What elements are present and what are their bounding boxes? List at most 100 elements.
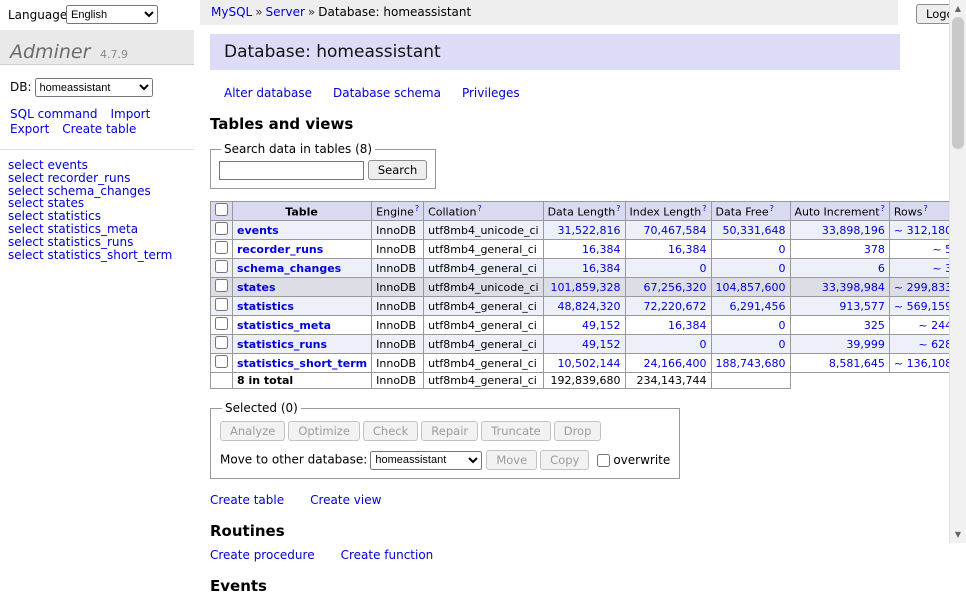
table-name-link[interactable]: schema_changes bbox=[237, 262, 341, 275]
breadcrumb-server-link[interactable]: Server bbox=[266, 5, 305, 19]
index-length-link[interactable]: 16,384 bbox=[668, 319, 707, 332]
index-length-link[interactable]: 72,220,672 bbox=[644, 300, 707, 313]
sidebar-table-link[interactable]: select statistics_runs bbox=[8, 236, 186, 249]
operation-button[interactable]: Repair bbox=[421, 421, 478, 441]
copy-button[interactable]: Copy bbox=[540, 450, 589, 470]
row-checkbox[interactable] bbox=[215, 260, 228, 273]
link[interactable]: Create table bbox=[62, 122, 136, 136]
link[interactable]: SQL command bbox=[10, 107, 97, 121]
data-free-link[interactable]: 50,331,648 bbox=[723, 224, 786, 237]
scroll-down-icon[interactable]: ▼ bbox=[950, 526, 966, 543]
move-button[interactable]: Move bbox=[486, 450, 537, 470]
data-free-link[interactable]: 0 bbox=[779, 319, 786, 332]
row-checkbox[interactable] bbox=[215, 279, 228, 292]
help-icon[interactable]: ? bbox=[770, 204, 774, 213]
help-icon[interactable]: ? bbox=[702, 204, 706, 213]
help-icon[interactable]: ? bbox=[881, 204, 885, 213]
sidebar-table-link[interactable]: select statistics_short_term bbox=[8, 249, 186, 262]
data-free-link[interactable]: 0 bbox=[779, 262, 786, 275]
scrollbar-thumb[interactable] bbox=[952, 17, 964, 149]
help-icon[interactable]: ? bbox=[415, 204, 419, 213]
data-length-link[interactable]: 48,824,320 bbox=[558, 300, 621, 313]
table-name-link[interactable]: statistics_runs bbox=[237, 338, 327, 351]
row-checkbox[interactable] bbox=[215, 336, 228, 349]
search-input[interactable] bbox=[219, 161, 364, 180]
scroll-up-icon[interactable]: ▲ bbox=[950, 0, 966, 17]
sidebar-table-link[interactable]: select statistics_meta bbox=[8, 223, 186, 236]
index-length-link[interactable]: 24,166,400 bbox=[644, 357, 707, 370]
index-length-link[interactable]: 0 bbox=[700, 338, 707, 351]
auto-increment-link[interactable]: 6 bbox=[878, 262, 885, 275]
search-button[interactable]: Search bbox=[368, 160, 428, 180]
select-all-checkbox[interactable] bbox=[215, 203, 228, 216]
data-free-link[interactable]: 104,857,600 bbox=[716, 281, 786, 294]
link[interactable]: Create view bbox=[310, 493, 381, 507]
table-name-link[interactable]: recorder_runs bbox=[237, 243, 323, 256]
engine-cell: InnoDB bbox=[372, 259, 424, 278]
operation-button[interactable]: Optimize bbox=[288, 421, 360, 441]
link[interactable]: Privileges bbox=[462, 86, 520, 100]
auto-increment-link[interactable]: 33,898,196 bbox=[822, 224, 885, 237]
operation-button[interactable]: Drop bbox=[554, 421, 602, 441]
row-checkbox[interactable] bbox=[215, 317, 228, 330]
data-length-link[interactable]: 31,522,816 bbox=[558, 224, 621, 237]
rows-link[interactable]: ~ 136,108 bbox=[894, 357, 952, 370]
row-checkbox[interactable] bbox=[215, 355, 228, 368]
rows-link[interactable]: ~ 569,159 bbox=[894, 300, 952, 313]
auto-increment-link[interactable]: 33,398,984 bbox=[822, 281, 885, 294]
scrollbar[interactable]: ▲ ▼ bbox=[949, 0, 966, 543]
adminer-logo[interactable]: Adminer bbox=[10, 41, 90, 63]
auto-increment-link[interactable]: 8,581,645 bbox=[829, 357, 885, 370]
rows-link[interactable]: ~ 244 bbox=[918, 319, 952, 332]
overwrite-checkbox[interactable] bbox=[597, 454, 610, 467]
data-free-link[interactable]: 0 bbox=[779, 338, 786, 351]
auto-increment-link[interactable]: 39,999 bbox=[846, 338, 885, 351]
row-checkbox[interactable] bbox=[215, 298, 228, 311]
auto-increment-link[interactable]: 325 bbox=[864, 319, 885, 332]
link[interactable]: Database schema bbox=[333, 86, 441, 100]
help-icon[interactable]: ? bbox=[477, 204, 481, 213]
help-icon[interactable]: ? bbox=[923, 204, 927, 213]
sidebar-table-link[interactable]: select events bbox=[8, 159, 186, 172]
db-select[interactable]: homeassistant bbox=[35, 78, 153, 97]
link[interactable]: Alter database bbox=[224, 86, 312, 100]
rows-link[interactable]: ~ 628 bbox=[918, 338, 952, 351]
auto-increment-link[interactable]: 913,577 bbox=[839, 300, 885, 313]
table-name-link[interactable]: statistics bbox=[237, 300, 294, 313]
data-length-link[interactable]: 16,384 bbox=[582, 243, 621, 256]
data-free-link[interactable]: 6,291,456 bbox=[730, 300, 786, 313]
auto-increment-link[interactable]: 378 bbox=[864, 243, 885, 256]
row-checkbox[interactable] bbox=[215, 241, 228, 254]
table-name-link[interactable]: events bbox=[237, 224, 279, 237]
table-name-link[interactable]: statistics_meta bbox=[237, 319, 331, 332]
index-length-link[interactable]: 70,467,584 bbox=[644, 224, 707, 237]
rows-link[interactable]: ~ 312,180 bbox=[894, 224, 952, 237]
index-length-link[interactable]: 0 bbox=[700, 262, 707, 275]
data-length-link[interactable]: 49,152 bbox=[582, 319, 621, 332]
link[interactable]: Create function bbox=[341, 548, 434, 562]
breadcrumb-mysql-link[interactable]: MySQL bbox=[211, 5, 252, 19]
move-db-select[interactable]: homeassistant bbox=[370, 451, 482, 470]
data-free-link[interactable]: 0 bbox=[779, 243, 786, 256]
data-length-link[interactable]: 16,384 bbox=[582, 262, 621, 275]
data-free-link[interactable]: 188,743,680 bbox=[716, 357, 786, 370]
operation-button[interactable]: Check bbox=[363, 421, 418, 441]
index-length-link[interactable]: 67,256,320 bbox=[644, 281, 707, 294]
link[interactable]: Export bbox=[10, 122, 49, 136]
index-length-link[interactable]: 16,384 bbox=[668, 243, 707, 256]
table-name-link[interactable]: statistics_short_term bbox=[237, 357, 367, 370]
link[interactable]: Import bbox=[110, 107, 150, 121]
data-length-link[interactable]: 49,152 bbox=[582, 338, 621, 351]
operation-button[interactable]: Truncate bbox=[481, 421, 551, 441]
link[interactable]: Create table bbox=[210, 493, 284, 507]
operation-button[interactable]: Analyze bbox=[220, 421, 285, 441]
rows-link[interactable]: ~ 299,833 bbox=[894, 281, 952, 294]
data-length-link[interactable]: 10,502,144 bbox=[558, 357, 621, 370]
table-name-link[interactable]: states bbox=[237, 281, 276, 294]
data-length-link[interactable]: 101,859,328 bbox=[551, 281, 621, 294]
language-select[interactable]: English bbox=[66, 5, 158, 24]
link[interactable]: Create procedure bbox=[210, 548, 315, 562]
sidebar-table-link[interactable]: select recorder_runs bbox=[8, 172, 186, 185]
help-icon[interactable]: ? bbox=[616, 204, 620, 213]
row-checkbox[interactable] bbox=[215, 222, 228, 235]
